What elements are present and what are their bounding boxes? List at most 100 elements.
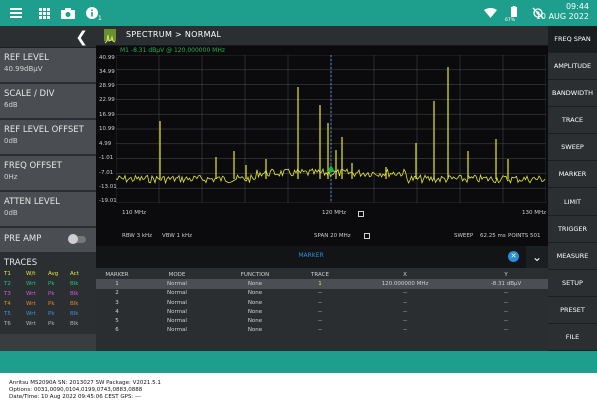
table-row[interactable]: 4 Normal None -- -- -- bbox=[96, 307, 548, 316]
freq-span-button[interactable]: FREQ SPAN bbox=[548, 26, 597, 54]
table-row[interactable]: 1 Normal None 1 120.000000 MHz -8.31 dBμ… bbox=[96, 279, 548, 289]
column-header: FUNCTION bbox=[240, 271, 270, 278]
ref-level-setting[interactable]: REF LEVEL 40.99dBμV bbox=[0, 48, 96, 84]
y-tick-label: 34.99 bbox=[99, 69, 115, 75]
spectrum-plot[interactable] bbox=[116, 55, 546, 203]
column-header: MODE bbox=[168, 271, 186, 278]
notification-count: 1 bbox=[98, 15, 102, 22]
table-row[interactable]: 5 Normal None -- -- -- bbox=[96, 316, 548, 325]
y-cell: -- bbox=[504, 318, 508, 325]
menu-icon[interactable] bbox=[8, 5, 24, 21]
sweep-time[interactable]: 62.25 ms bbox=[480, 233, 506, 239]
trace-cell: Wrt bbox=[26, 311, 36, 317]
function-cell: None bbox=[216, 279, 294, 289]
freq-offset-setting[interactable]: FREQ OFFSET 0Hz bbox=[0, 156, 96, 192]
y-cell: -- bbox=[504, 327, 508, 334]
points-label[interactable]: POINTS 501 bbox=[508, 233, 540, 239]
vbw-label[interactable]: VBW 1 kHz bbox=[162, 233, 192, 239]
spectrum-header: SPECTRUM > NORMAL bbox=[96, 26, 548, 46]
center-freq-label: 120 MHz bbox=[322, 210, 347, 216]
y-tick-label: 28.99 bbox=[99, 83, 115, 89]
trace-cell: Wrt bbox=[26, 281, 36, 287]
y-tick-label: 16.99 bbox=[99, 112, 115, 118]
sweep-label: SWEEP bbox=[454, 233, 474, 239]
lock-icon bbox=[358, 211, 364, 217]
table-header-row: MARKER MODE FUNCTION TRACE X Y bbox=[96, 270, 548, 279]
span-label[interactable]: SPAN 20 MHz bbox=[314, 233, 351, 239]
bandwidth-button[interactable]: BANDWIDTH bbox=[548, 80, 597, 108]
mode-cell: Normal bbox=[138, 279, 216, 289]
trigger-button[interactable]: TRIGGER bbox=[548, 216, 597, 243]
marker-panel-header: MARKER ✕ bbox=[96, 246, 526, 268]
traces-title: TRACES bbox=[4, 258, 38, 268]
close-icon[interactable]: ✕ bbox=[508, 251, 519, 262]
setting-label: ATTEN LEVEL bbox=[4, 197, 60, 207]
setting-value: 6dB bbox=[4, 101, 18, 109]
trace-row[interactable]: T6 Wrt Pk Blk bbox=[4, 319, 96, 329]
trace-cell: T5 bbox=[4, 311, 11, 317]
instrument-footer: Anritsu MS2090A SN: 2013027 SW Package: … bbox=[9, 380, 161, 400]
column-header: TRACE bbox=[311, 271, 329, 278]
setting-label: SCALE / DIV bbox=[4, 89, 55, 99]
sweep-button[interactable]: SWEEP bbox=[548, 134, 597, 162]
trace-button[interactable]: TRACE bbox=[548, 107, 597, 135]
camera-icon[interactable] bbox=[60, 5, 76, 21]
table-row[interactable]: 3 Normal None -- -- -- bbox=[96, 298, 548, 307]
trace-cell: T1 bbox=[4, 271, 11, 277]
x-cell: -- bbox=[403, 290, 407, 297]
chevron-down-icon[interactable]: ⌄ bbox=[526, 246, 548, 268]
apps-grid-icon[interactable] bbox=[36, 5, 52, 21]
rbw-label[interactable]: RBW 3 kHz bbox=[122, 233, 152, 239]
y-cell: -8.31 dBμV bbox=[464, 279, 548, 289]
preamp-toggle[interactable] bbox=[68, 234, 86, 244]
trace-cell: T3 bbox=[4, 291, 11, 297]
setting-value: 0Hz bbox=[4, 173, 18, 181]
function-cell: None bbox=[247, 290, 263, 297]
spectrum-display[interactable]: M1 -8.31 dBμV @ 120.000000 MHz 40.99 34.… bbox=[96, 46, 548, 246]
scale-div-setting[interactable]: SCALE / DIV 6dB bbox=[0, 84, 96, 120]
trace-cell: Pk bbox=[48, 321, 55, 327]
bottom-bar bbox=[0, 351, 597, 373]
wifi-icon bbox=[482, 5, 498, 21]
traces-panel: TRACES T1 W/t Avg Act T2 Wrt Pk Blk T3 W… bbox=[0, 254, 96, 334]
footer-line: Date/Time: 10 Aug 2022 09:45:06 CEST GPS… bbox=[9, 393, 142, 400]
trace-row[interactable]: T3 Wrt Pk Blk bbox=[4, 289, 96, 299]
marker-cell: 3 bbox=[115, 299, 119, 306]
trace-row[interactable]: T2 Wrt Pk Blk bbox=[4, 279, 96, 289]
setting-label: REF LEVEL OFFSET bbox=[4, 125, 84, 135]
trace-row[interactable]: T5 Wrt Pk Blk bbox=[4, 309, 96, 319]
amplitude-button[interactable]: AMPLITUDE bbox=[548, 53, 597, 81]
setting-label: FREQ OFFSET bbox=[4, 161, 62, 171]
column-header: MARKER bbox=[105, 271, 129, 278]
marker-readout: M1 -8.31 dBμV @ 120.000000 MHz bbox=[120, 47, 226, 54]
trace-cell: Wrt bbox=[26, 291, 36, 297]
marker-cell: 1 bbox=[96, 279, 138, 289]
file-button[interactable]: FILE bbox=[548, 324, 597, 351]
trace-row-active[interactable]: T1 W/t Avg Act bbox=[4, 269, 96, 279]
measure-button[interactable]: MEASURE bbox=[548, 243, 597, 270]
marker-button[interactable]: MARKER bbox=[548, 161, 597, 189]
setup-button[interactable]: SETUP bbox=[548, 270, 597, 297]
preset-button[interactable]: PRESET bbox=[548, 297, 597, 324]
ref-level-offset-setting[interactable]: REF LEVEL OFFSET 0dB bbox=[0, 120, 96, 156]
trace-cell: Blk bbox=[70, 311, 79, 317]
table-row[interactable]: 6 Normal None -- -- -- bbox=[96, 326, 548, 335]
back-row: ❮ bbox=[0, 26, 96, 48]
x-cell: 120.000000 MHz bbox=[346, 279, 464, 289]
x-cell: -- bbox=[403, 299, 407, 306]
table-row[interactable]: 2 Normal None -- -- -- bbox=[96, 289, 548, 298]
footer-line: Options: 0031,0090,0104,0199,0743,0883,0… bbox=[9, 386, 143, 393]
breadcrumb[interactable]: SPECTRUM > NORMAL bbox=[126, 30, 221, 39]
trace-cell: Blk bbox=[70, 291, 79, 297]
trace-cell: -- bbox=[318, 308, 322, 315]
analyzer-app: 1 67% 09:44 10 AUG 2022 ❮ REF LEVEL 40.9… bbox=[0, 0, 597, 373]
limit-button[interactable]: LIMIT bbox=[548, 188, 597, 216]
y-tick-label: -13.01 bbox=[99, 184, 117, 190]
trace-row[interactable]: T4 Wrt Pk Blk bbox=[4, 299, 96, 309]
y-tick-label: 4.99 bbox=[99, 141, 112, 147]
trace-cell: Pk bbox=[48, 291, 55, 297]
back-chevron-icon[interactable]: ❮ bbox=[75, 28, 88, 46]
trace-cell: Blk bbox=[70, 301, 79, 307]
atten-level-setting[interactable]: ATTEN LEVEL 0dB bbox=[0, 192, 96, 228]
trace-cell: Blk bbox=[70, 281, 79, 287]
